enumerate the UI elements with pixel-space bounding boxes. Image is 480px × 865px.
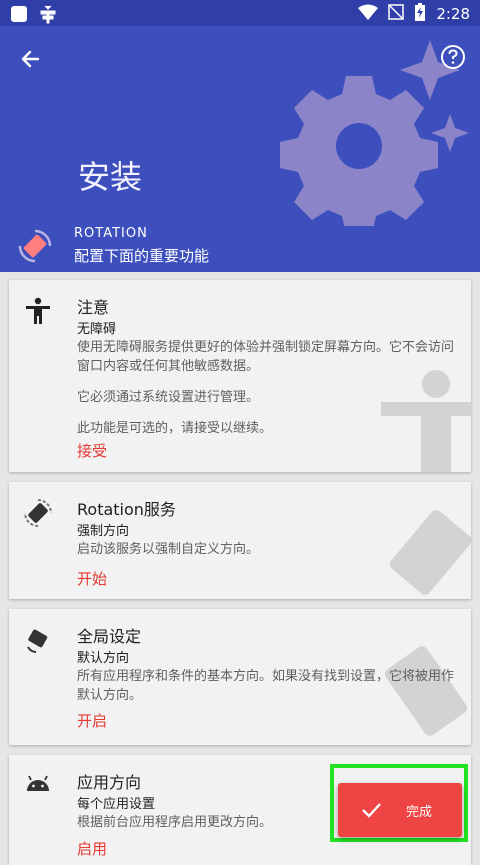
app-info: ROTATION 配置下面的重要功能: [18, 226, 209, 266]
check-icon: [362, 803, 381, 818]
rotation-app-icon: [18, 229, 52, 263]
clock: 2:28: [436, 5, 470, 23]
card-title: 全局设定: [77, 627, 142, 646]
bug-icon: [38, 4, 58, 28]
app-description: 配置下面的重要功能: [74, 247, 210, 265]
phone-rotate-icon: [27, 629, 48, 653]
card-body: 所有应用程序和条件的基本方向。如果没有找到设置，它将被用作默认方向。: [77, 669, 455, 703]
enable-global-button[interactable]: 开启: [77, 710, 107, 731]
card-subtitle: 每个应用设置: [77, 797, 156, 812]
card-subtitle: 无障碍: [77, 322, 117, 337]
card-accessibility: 注意 无障碍 使用无障碍服务提供更好的体验并强制锁定屏幕方向。它不会访问窗口内容…: [9, 280, 471, 472]
square-icon: [10, 5, 28, 27]
no-signal-icon: [388, 4, 405, 24]
card-title: 应用方向: [77, 773, 142, 792]
card-rotation-service: Rotation服务 强制方向 启动该服务以强制自定义方向。 开始: [9, 482, 471, 599]
battery-charging-icon: [414, 3, 426, 25]
status-bar: 2:28: [0, 0, 480, 26]
card-body: 使用无障碍服务提供更好的体验并强制锁定屏幕方向。它不会访问窗口内容或任何其他敏感…: [77, 340, 455, 436]
wifi-icon: [358, 4, 379, 24]
help-icon[interactable]: [440, 44, 466, 70]
enable-app-button[interactable]: 启用: [77, 838, 107, 859]
app-name: ROTATION: [74, 226, 148, 241]
header: 安装 ROTATION 配置下面的重要功能: [0, 26, 480, 272]
done-button[interactable]: 完成: [338, 783, 462, 837]
done-label: 完成: [406, 804, 433, 820]
card-title: Rotation服务: [77, 500, 176, 519]
accessibility-icon: [26, 297, 50, 324]
back-arrow-icon[interactable]: [16, 44, 46, 74]
card-global-settings: 全局设定 默认方向 所有应用程序和条件的基本方向。如果没有找到设置，它将被用作默…: [9, 609, 471, 745]
android-icon: [27, 775, 49, 791]
page-title: 安装: [78, 158, 143, 196]
card-subtitle: 默认方向: [77, 651, 130, 666]
card-title: 注意: [77, 298, 110, 317]
rotation-service-icon: [24, 499, 52, 527]
accept-button[interactable]: 接受: [77, 440, 107, 461]
card-subtitle: 强制方向: [77, 524, 130, 539]
start-button[interactable]: 开始: [77, 568, 107, 589]
card-body: 启动该服务以强制自定义方向。: [77, 542, 260, 557]
